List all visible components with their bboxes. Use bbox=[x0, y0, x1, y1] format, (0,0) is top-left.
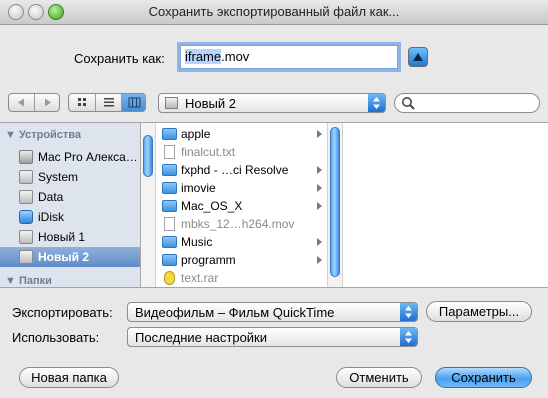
disk-icon bbox=[19, 190, 33, 204]
document-icon bbox=[164, 145, 175, 159]
list-item-apple[interactable]: apple bbox=[156, 125, 326, 143]
list-item-text-rar[interactable]: text.rar bbox=[156, 269, 326, 287]
folder-icon bbox=[162, 200, 177, 212]
save-button[interactable]: Сохранить bbox=[435, 367, 532, 388]
computer-icon bbox=[19, 150, 33, 164]
folder-icon bbox=[162, 164, 177, 176]
list-item-finalcut[interactable]: finalcut.txt bbox=[156, 143, 326, 161]
sidebar: ▼ Устройства Mac Pro Алекса… System Data… bbox=[0, 123, 141, 287]
disk-icon bbox=[19, 170, 33, 184]
list-icon bbox=[104, 98, 114, 107]
back-forward-control bbox=[8, 93, 60, 112]
idisk-icon bbox=[19, 210, 33, 224]
expand-collapse-button[interactable] bbox=[408, 47, 428, 67]
popup-arrows-icon bbox=[368, 94, 385, 112]
list-item-programm[interactable]: programm bbox=[156, 251, 326, 269]
settings-popup[interactable]: Последние настройки bbox=[127, 327, 418, 347]
column-1-scrollbar[interactable] bbox=[141, 123, 156, 287]
folder-icon bbox=[162, 182, 177, 194]
scrollbar-thumb[interactable] bbox=[143, 135, 153, 177]
list-item-mbks-mov[interactable]: mbks_12…h264.mov bbox=[156, 215, 326, 233]
cancel-button[interactable]: Отменить bbox=[336, 367, 422, 388]
filename-selected-part: iframe bbox=[185, 49, 222, 64]
use-label: Использовать: bbox=[12, 330, 100, 345]
icon-view-button[interactable] bbox=[69, 94, 95, 111]
location-popup[interactable]: Новый 2 bbox=[158, 93, 386, 113]
archive-icon bbox=[164, 271, 175, 285]
sidebar-item-system[interactable]: System bbox=[0, 167, 140, 187]
export-format-popup[interactable]: Видеофильм – Фильм QuickTime bbox=[127, 302, 418, 322]
chevron-right-icon bbox=[317, 238, 322, 246]
list-item-music[interactable]: Music bbox=[156, 233, 326, 251]
popup-arrows-icon bbox=[400, 328, 417, 346]
disk-icon bbox=[19, 230, 33, 244]
arrow-left-icon bbox=[18, 98, 24, 107]
column-2-scrollbar[interactable] bbox=[327, 123, 343, 287]
document-icon bbox=[164, 217, 175, 231]
list-view-button[interactable] bbox=[96, 94, 122, 111]
grid-icon bbox=[78, 98, 86, 106]
sidebar-section-places[interactable]: ▼ Папки bbox=[5, 275, 52, 287]
folder-icon bbox=[162, 236, 177, 248]
filename-extension: .mov bbox=[221, 49, 250, 64]
chevron-right-icon bbox=[317, 256, 322, 264]
scrollbar-thumb[interactable] bbox=[330, 127, 340, 277]
window-title: Сохранить экспортированный файл как... bbox=[148, 4, 400, 19]
search-input[interactable] bbox=[394, 93, 540, 113]
disk-icon bbox=[19, 250, 33, 264]
sidebar-section-devices[interactable]: ▼ Устройства bbox=[5, 129, 81, 141]
view-mode-control bbox=[68, 93, 146, 112]
chevron-right-icon bbox=[317, 166, 322, 174]
file-browser: ▼ Устройства Mac Pro Алекса… System Data… bbox=[0, 122, 548, 288]
chevron-right-icon bbox=[317, 184, 322, 192]
list-item-fxphd[interactable]: fxphd - …ci Resolve bbox=[156, 161, 326, 179]
sidebar-item-novyi-2[interactable]: Новый 2 bbox=[0, 247, 140, 267]
chevron-right-icon bbox=[317, 130, 322, 138]
sidebar-item-idisk[interactable]: iDisk bbox=[0, 207, 140, 227]
sidebar-item-novyi-1[interactable]: Новый 1 bbox=[0, 227, 140, 247]
list-item-mac-os-x[interactable]: Mac_OS_X bbox=[156, 197, 326, 215]
file-column: apple finalcut.txt fxphd - …ci Resolve i… bbox=[156, 123, 326, 287]
title-bar: Сохранить экспортированный файл как... bbox=[0, 0, 548, 25]
search-icon bbox=[402, 97, 415, 110]
columns-icon bbox=[128, 97, 141, 108]
popup-arrows-icon bbox=[400, 303, 417, 321]
parameters-button[interactable]: Параметры... bbox=[426, 301, 532, 322]
filename-input[interactable]: iframe.mov bbox=[180, 45, 398, 69]
empty-column bbox=[343, 123, 548, 287]
back-button[interactable] bbox=[9, 94, 34, 111]
chevron-right-icon bbox=[317, 202, 322, 210]
disk-icon bbox=[165, 97, 178, 109]
new-folder-button[interactable]: Новая папка bbox=[19, 367, 119, 388]
save-dialog: Сохранить экспортированный файл как... С… bbox=[0, 0, 548, 398]
sidebar-item-mac-pro[interactable]: Mac Pro Алекса… bbox=[0, 147, 140, 167]
folder-icon bbox=[162, 128, 177, 140]
column-view-button[interactable] bbox=[122, 94, 145, 111]
triangle-up-icon bbox=[413, 53, 423, 61]
sidebar-item-data[interactable]: Data bbox=[0, 187, 140, 207]
export-label: Экспортировать: bbox=[12, 305, 113, 320]
save-as-label: Сохранить как: bbox=[74, 51, 165, 66]
folder-icon bbox=[162, 254, 177, 266]
location-value: Новый 2 bbox=[185, 96, 236, 111]
arrow-right-icon bbox=[45, 98, 51, 107]
forward-button[interactable] bbox=[35, 94, 60, 111]
list-item-imovie[interactable]: imovie bbox=[156, 179, 326, 197]
